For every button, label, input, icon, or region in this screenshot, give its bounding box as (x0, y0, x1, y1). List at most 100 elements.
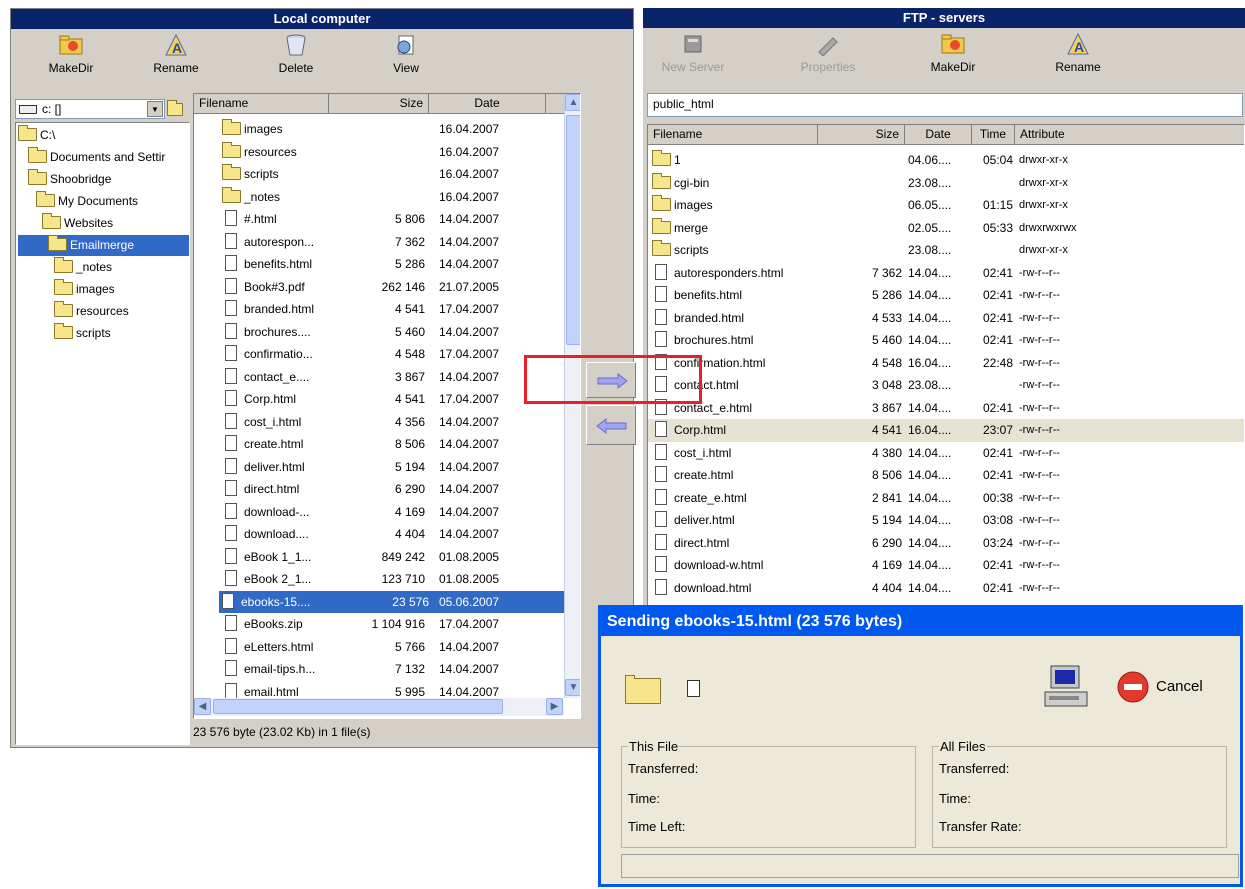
local-file-row[interactable]: deliver.html 5 194 14.04.2007 (194, 456, 564, 479)
tree-item-shoobridge[interactable]: Shoobridge (28, 169, 111, 190)
remote-file-row[interactable]: autoresponders.html 7 362 14.04.... 02:41 -r… (648, 262, 1244, 285)
remote-file-row[interactable]: Corp.html 4 541 16.04.... 23:07 -rw-r--r-- (648, 419, 1244, 442)
remote-file-row[interactable]: contact_e.html 3 867 14.04.... 02:41 -rw-r--… (648, 397, 1244, 420)
folder-icon (222, 141, 241, 158)
folder-icon (652, 172, 671, 189)
all-files-time: Time: (939, 791, 972, 806)
new-server-button[interactable]: New Server (648, 32, 738, 74)
remote-file-row[interactable]: confirmation.html 4 548 16.04.... 22:48 -rw-… (648, 352, 1244, 375)
tree-item-my-documents[interactable]: My Documents (36, 191, 138, 212)
local-title: Local computer (11, 9, 633, 29)
local-file-row[interactable]: benefits.html 5 286 14.04.2007 (194, 253, 564, 276)
local-file-row[interactable]: direct.html 6 290 14.04.2007 (194, 478, 564, 501)
all-files-rate: Transfer Rate: (939, 819, 1022, 834)
col-date[interactable]: Date (905, 125, 972, 145)
local-file-row[interactable]: scripts 16.04.2007 (194, 163, 564, 186)
download-button[interactable] (586, 405, 636, 445)
local-file-row[interactable]: _notes 16.04.2007 (194, 186, 564, 209)
remote-file-row[interactable]: merge 02.05.... 05:33 drwxrwxrwx (648, 217, 1244, 240)
scroll-left-button[interactable]: ◀ (194, 698, 211, 715)
tree-item-c[interactable]: C:\ (18, 125, 55, 146)
local-file-row[interactable]: Book#3.pdf 262 146 21.07.2005 (194, 276, 564, 299)
remote-file-row[interactable]: cost_i.html 4 380 14.04.... 02:41 -rw-r--r-- (648, 442, 1244, 465)
cancel-button[interactable]: Cancel (1116, 670, 1226, 706)
drive-selector[interactable]: c: [] ▼ (15, 99, 165, 119)
remote-file-row[interactable]: create.html 8 506 14.04.... 02:41 -rw-r--r-- (648, 464, 1244, 487)
col-attribute[interactable]: Attribute (1015, 125, 1244, 145)
local-file-row[interactable]: confirmatio... 4 548 17.04.2007 (194, 343, 564, 366)
hscroll-thumb[interactable] (213, 699, 503, 714)
tree-item-emailmerge[interactable]: Emailmerge (18, 235, 189, 256)
local-file-row[interactable]: autorespon... 7 362 14.04.2007 (194, 231, 564, 254)
tree-item-scripts[interactable]: scripts (54, 323, 111, 344)
local-file-row[interactable]: branded.html 4 541 17.04.2007 (194, 298, 564, 321)
local-file-row[interactable]: download.... 4 404 14.04.2007 (194, 523, 564, 546)
local-view-button[interactable]: View (376, 33, 436, 75)
remote-file-row[interactable]: direct.html 6 290 14.04.... 03:24 -rw-r--r-- (648, 532, 1244, 555)
col-filename[interactable]: Filename (648, 125, 818, 145)
file-icon (225, 367, 237, 384)
tree-item-notes[interactable]: _notes (54, 257, 112, 278)
local-file-row[interactable]: eBook 2_1... 123 710 01.08.2005 (194, 568, 564, 591)
local-file-row[interactable]: ebooks-15.... 23 576 05.06.2007 (194, 590, 564, 613)
col-time[interactable]: Time (972, 125, 1015, 145)
file-icon (222, 592, 234, 609)
remote-title: FTP - servers (643, 8, 1245, 28)
col-size[interactable]: Size (818, 125, 905, 145)
remote-file-row[interactable]: create_e.html 2 841 14.04.... 00:38 -rw-r--r… (648, 487, 1244, 510)
remote-file-row[interactable]: branded.html 4 533 14.04.... 02:41 -rw-r--r-… (648, 307, 1244, 330)
local-hscrollbar[interactable]: ◀ ▶ (194, 698, 564, 716)
folder-up-icon (167, 100, 183, 116)
local-file-row[interactable]: cost_i.html 4 356 14.04.2007 (194, 411, 564, 434)
col-date[interactable]: Date (429, 94, 546, 114)
remote-file-row[interactable]: contact.html 3 048 23.08.... -rw-r--r-- (648, 374, 1244, 397)
remote-file-row[interactable]: cgi-bin 23.08.... drwxr-xr-x (648, 172, 1244, 195)
remote-file-row[interactable]: benefits.html 5 286 14.04.... 02:41 -rw-r--r… (648, 284, 1244, 307)
local-file-row[interactable]: email-tips.h... 7 132 14.04.2007 (194, 658, 564, 681)
remote-file-row[interactable]: download.html 4 404 14.04.... 02:41 -rw-r--r… (648, 577, 1244, 600)
file-icon (655, 263, 667, 280)
scroll-thumb[interactable] (566, 115, 580, 345)
local-file-row[interactable]: images 16.04.2007 (194, 118, 564, 141)
remote-makedir-button[interactable]: MakeDir (918, 32, 988, 74)
col-size[interactable]: Size (329, 94, 429, 114)
local-file-row[interactable]: Corp.html 4 541 17.04.2007 (194, 388, 564, 411)
local-rename-button[interactable]: A Rename (146, 33, 206, 75)
remote-rename-button[interactable]: A Rename (1043, 32, 1113, 74)
remote-path-field[interactable]: public_html (647, 93, 1243, 117)
chevron-down-icon[interactable]: ▼ (147, 101, 163, 117)
file-icon (655, 466, 667, 482)
remote-file-row[interactable]: 1 04.06.... 05:04 drwxr-xr-x (648, 149, 1244, 172)
file-icon (225, 435, 237, 451)
tree-item-resources[interactable]: resources (54, 301, 129, 322)
properties-button[interactable]: Properties (783, 32, 873, 74)
local-file-row[interactable]: download-... 4 169 14.04.2007 (194, 501, 564, 524)
folder-icon (652, 240, 671, 256)
open-folder-icon (42, 213, 61, 229)
local-file-row[interactable]: brochures.... 5 460 14.04.2007 (194, 321, 564, 344)
local-file-row[interactable]: eBook 1_1... 849 242 01.08.2005 (194, 546, 564, 569)
local-file-row[interactable]: resources 16.04.2007 (194, 141, 564, 164)
remote-file-row[interactable]: images 06.05.... 01:15 drwxr-xr-x (648, 194, 1244, 217)
local-makedir-button[interactable]: MakeDir (41, 33, 101, 75)
local-file-row[interactable]: create.html 8 506 14.04.2007 (194, 433, 564, 456)
local-delete-button[interactable]: Delete (266, 33, 326, 75)
arrow-left-icon (596, 417, 627, 435)
local-file-row[interactable]: #.html 5 806 14.04.2007 (194, 208, 564, 231)
scroll-up-button[interactable]: ▲ (565, 94, 580, 111)
tree-item-images[interactable]: images (54, 279, 115, 300)
tree-item-websites[interactable]: Websites (42, 213, 113, 234)
remote-file-row[interactable]: brochures.html 5 460 14.04.... 02:41 -rw-r--… (648, 329, 1244, 352)
scroll-right-button[interactable]: ▶ (546, 698, 563, 715)
folder-up-button[interactable] (167, 99, 185, 119)
remote-file-row[interactable]: download-w.html 4 169 14.04.... 02:41 -rw-r-… (648, 554, 1244, 577)
scroll-down-button[interactable]: ▼ (565, 679, 580, 696)
remote-file-row[interactable]: scripts 23.08.... drwxr-xr-x (648, 239, 1244, 262)
col-filename[interactable]: Filename (194, 94, 329, 114)
tree-item-documents[interactable]: Documents and Settir (28, 147, 165, 168)
remote-file-row[interactable]: deliver.html 5 194 14.04.... 03:08 -rw-r--r-… (648, 509, 1244, 532)
local-file-row[interactable]: eBooks.zip 1 104 916 17.04.2007 (194, 613, 564, 636)
local-file-row[interactable]: eLetters.html 5 766 14.04.2007 (194, 636, 564, 659)
local-file-row[interactable]: contact_e.... 3 867 14.04.2007 (194, 366, 564, 389)
folder-tree: C:\ Documents and Settir Shoobridge My D… (15, 122, 190, 745)
